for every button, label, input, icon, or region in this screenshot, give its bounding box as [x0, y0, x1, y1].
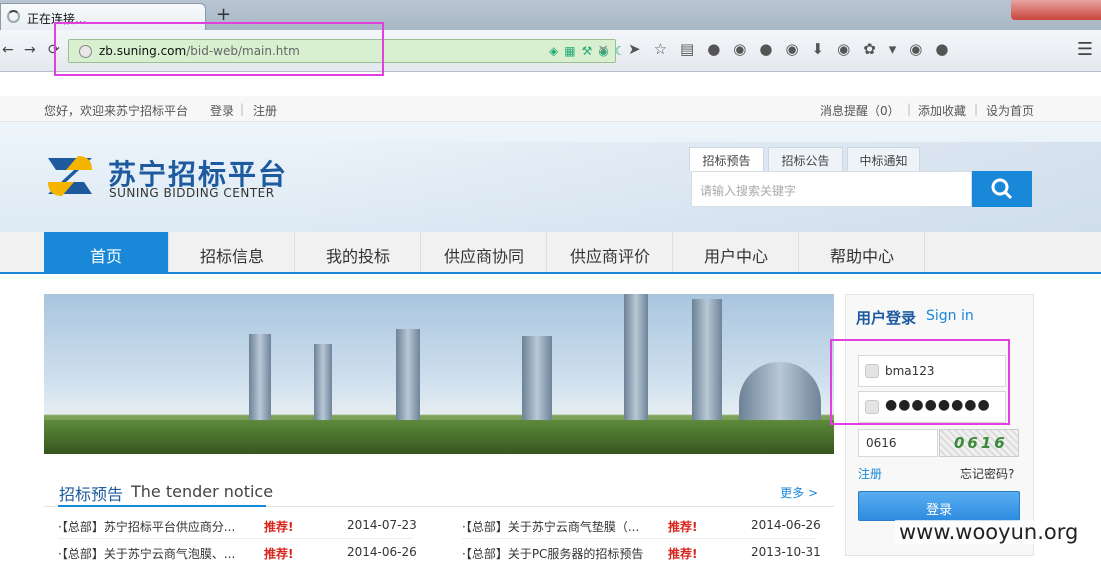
news-item[interactable]: ·【总部】关于苏宁云商气垫膜（... 推荐! 2014-06-26	[462, 512, 822, 538]
loading-spinner-icon	[7, 10, 20, 23]
search-tab-preview[interactable]: 招标预告	[689, 147, 764, 171]
nav-help-center[interactable]: 帮助中心	[800, 232, 925, 272]
stop-icon[interactable]: ×	[597, 42, 609, 58]
banner-trees	[44, 420, 834, 454]
news-item-title[interactable]: ·【总部】关于苏宁云商气垫膜（...	[462, 518, 639, 535]
news-item-date: 2014-06-26	[347, 545, 417, 559]
address-bar-extension-icons[interactable]: ◈▦⚒◉☾	[549, 44, 632, 58]
captcha-image-text: 0616	[954, 434, 1008, 452]
login-title: 用户登录	[856, 309, 917, 327]
forgot-password-link[interactable]: 忘记密码?	[960, 465, 1014, 482]
news-item-date: 2014-07-23	[347, 518, 417, 532]
news-item-title[interactable]: ·【总部】关于PC服务器的招标预告	[462, 545, 643, 561]
more-link[interactable]: 更多 >	[780, 484, 818, 501]
messages-link[interactable]: 消息提醒（0）	[820, 102, 900, 119]
divider: |	[240, 102, 245, 116]
nav-bidding-info[interactable]: 招标信息	[170, 232, 295, 272]
news-item-tag: 推荐!	[668, 520, 698, 534]
forward-arrow-icon[interactable]: →	[24, 42, 36, 58]
news-item[interactable]: ·【总部】关于苏宁云商气泡膜、... 推荐! 2014-06-26	[58, 539, 418, 561]
search-input[interactable]: 请输入搜索关键字	[691, 171, 972, 207]
divider: |	[907, 102, 912, 116]
tender-notice-header: 招标预告 The tender notice 更多 >	[44, 475, 834, 507]
captcha-image[interactable]: 0616	[939, 429, 1019, 457]
topbar-login-link[interactable]: 登录	[210, 102, 234, 119]
building	[692, 299, 722, 424]
logo-subtitle: SUNING BIDDING CENTER	[109, 186, 275, 200]
add-favorite-link[interactable]: 添加收藏	[918, 102, 966, 119]
credentials-highlight-box	[830, 339, 1010, 425]
login-panel: 用户登录 Sign in bma123 ●●●●●●●● 0616 0616 注…	[845, 294, 1034, 556]
suning-logo-icon[interactable]	[44, 152, 96, 200]
nav-user-center[interactable]: 用户中心	[674, 232, 799, 272]
divider: |	[974, 102, 979, 116]
news-item-date: 2014-06-26	[751, 518, 821, 532]
building	[314, 344, 332, 424]
building	[396, 329, 420, 424]
news-item-tag: 推荐!	[264, 547, 294, 561]
nav-supplier-evaluation[interactable]: 供应商评价	[548, 232, 673, 272]
window-close-button[interactable]	[1011, 0, 1101, 20]
welcome-text: 您好，欢迎来苏宁招标平台	[44, 104, 189, 118]
search-button[interactable]	[972, 171, 1032, 207]
nav-supplier-collaboration[interactable]: 供应商协同	[422, 232, 547, 272]
url-highlight-box	[54, 22, 384, 76]
news-item-date: 2013-10-31	[751, 545, 821, 559]
tender-notice-underline	[58, 505, 266, 507]
search-icon	[991, 178, 1013, 200]
sign-in-label: Sign in	[926, 308, 974, 324]
toolbar-extension-icons[interactable]: ➤☆▤●◉●◉⬇◉✿▾◉●	[628, 40, 961, 58]
tender-notice-title: 招标预告	[59, 485, 124, 504]
news-item-tag: 推荐!	[264, 520, 294, 534]
city-banner-image[interactable]	[44, 294, 834, 454]
news-item[interactable]: ·【总部】苏宁招标平台供应商分... 推荐! 2014-07-23	[58, 512, 418, 538]
tender-notice-title-en: The tender notice	[131, 482, 274, 501]
news-item-title[interactable]: ·【总部】关于苏宁云商气泡膜、...	[58, 545, 235, 561]
building	[624, 294, 648, 424]
building	[522, 336, 552, 424]
login-button[interactable]: 登录	[858, 491, 1020, 521]
news-item-title[interactable]: ·【总部】苏宁招标平台供应商分...	[58, 518, 235, 535]
search-tab-award[interactable]: 中标通知	[847, 147, 920, 171]
news-item-tag: 推荐!	[668, 547, 698, 561]
topbar-register-link[interactable]: 注册	[253, 102, 277, 119]
news-item[interactable]: ·【总部】关于PC服务器的招标预告 推荐! 2013-10-31	[462, 539, 822, 561]
menu-icon[interactable]: ☰	[1077, 39, 1093, 60]
building	[249, 334, 271, 424]
nav-home[interactable]: 首页	[44, 232, 169, 272]
search-placeholder: 请输入搜索关键字	[700, 184, 797, 198]
captcha-input[interactable]: 0616	[858, 429, 938, 457]
watermark: www.wooyun.org	[895, 520, 1083, 544]
search-tab-announcement[interactable]: 招标公告	[768, 147, 843, 171]
register-link[interactable]: 注册	[858, 465, 882, 482]
building	[739, 362, 821, 424]
back-arrow-icon[interactable]: ←	[2, 42, 14, 58]
site-topbar: 您好，欢迎来苏宁招标平台 登录 | 注册 消息提醒（0） | 添加收藏 | 设为…	[0, 96, 1101, 122]
main-nav: 首页 招标信息 我的投标 供应商协同 供应商评价 用户中心 帮助中心	[0, 232, 1101, 274]
nav-my-bids[interactable]: 我的投标	[296, 232, 421, 272]
captcha-value: 0616	[866, 436, 897, 450]
set-homepage-link[interactable]: 设为首页	[986, 102, 1034, 119]
